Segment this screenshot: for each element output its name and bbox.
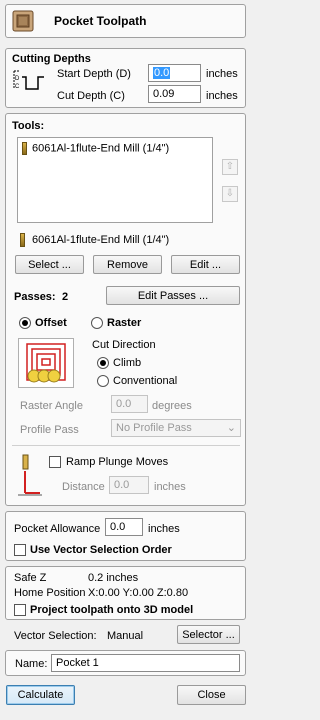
pocket-allowance-unit: inches: [148, 523, 180, 535]
conventional-label[interactable]: Conventional: [113, 375, 177, 387]
info-panel: Safe Z 0.2 inches Home Position X:0.00 Y…: [5, 566, 246, 620]
pocket-allowance-input[interactable]: 0.0: [105, 518, 143, 536]
ramp-distance-unit: inches: [154, 481, 186, 493]
climb-radio[interactable]: [97, 357, 109, 369]
start-depth-label: Start Depth (D): [57, 68, 131, 80]
end-mill-icon: [22, 142, 27, 155]
safe-z-value: 0.2 inches: [88, 572, 139, 584]
name-panel: Name: Pocket 1: [5, 650, 246, 676]
selected-tool-label: 6061Al-1flute-End Mill (1/4"): [32, 233, 170, 246]
vector-order-label[interactable]: Use Vector Selection Order: [30, 544, 172, 556]
pocket-toolpath-icon: [12, 10, 34, 32]
chevron-down-icon: ⌄: [226, 422, 236, 434]
vector-selection-label: Vector Selection:: [14, 630, 97, 642]
cutting-depths-panel: Cutting Depths D C Start Depth (D) 0.0 i…: [5, 48, 246, 108]
list-item[interactable]: 6061Al-1flute-End Mill (1/4"): [22, 142, 169, 155]
project-3d-label[interactable]: Project toolpath onto 3D model: [30, 604, 193, 616]
edit-passes-button[interactable]: Edit Passes ...: [106, 286, 240, 305]
safe-z-label: Safe Z: [14, 572, 47, 584]
offset-label[interactable]: Offset: [35, 317, 67, 329]
offset-radio[interactable]: [19, 317, 31, 329]
ramp-plunge-icon: [16, 453, 44, 497]
offset-strategy-icon: [18, 338, 74, 388]
raster-angle-input[interactable]: 0.0: [111, 395, 148, 413]
project-3d-checkbox[interactable]: [14, 604, 26, 616]
conventional-radio[interactable]: [97, 375, 109, 387]
passes-count: 2: [62, 291, 69, 303]
cut-direction-label: Cut Direction: [92, 339, 156, 351]
cut-depth-label: Cut Depth (C): [57, 90, 125, 102]
depth-diagram-icon: D C: [12, 67, 46, 93]
tools-title: Tools:: [12, 120, 45, 132]
ramp-distance-label: Distance: [62, 481, 105, 493]
calculate-button[interactable]: Calculate: [6, 685, 75, 705]
remove-tool-button[interactable]: Remove: [93, 255, 162, 274]
allowance-panel: Pocket Allowance 0.0 inches Use Vector S…: [5, 511, 246, 561]
raster-angle-label: Raster Angle: [20, 400, 83, 412]
vector-order-checkbox[interactable]: [14, 544, 26, 556]
name-label: Name:: [15, 658, 48, 670]
selected-tool: 6061Al-1flute-End Mill (1/4"): [20, 233, 169, 247]
profile-pass-select[interactable]: No Profile Pass ⌄: [111, 419, 241, 437]
divider: [12, 445, 240, 446]
raster-radio[interactable]: [91, 317, 103, 329]
header-panel: Pocket Toolpath: [5, 4, 246, 38]
start-depth-unit: inches: [206, 68, 238, 80]
tool-list[interactable]: 6061Al-1flute-End Mill (1/4"): [17, 137, 213, 223]
selector-button[interactable]: Selector ...: [177, 625, 240, 644]
select-tool-button[interactable]: Select ...: [15, 255, 84, 274]
vector-selection-panel: Vector Selection: Manual Selector ...: [5, 624, 246, 646]
profile-pass-value: No Profile Pass: [116, 422, 192, 434]
name-input[interactable]: Pocket 1: [51, 654, 240, 672]
tool-list-item-label: 6061Al-1flute-End Mill (1/4"): [32, 142, 170, 155]
raster-label[interactable]: Raster: [107, 317, 141, 329]
svg-text:D: D: [15, 76, 20, 82]
home-position-value: X:0.00 Y:0.00 Z:0.80: [88, 587, 189, 599]
start-depth-input[interactable]: 0.0: [148, 64, 201, 82]
cutting-depths-title: Cutting Depths: [12, 53, 91, 65]
svg-text:C: C: [15, 84, 20, 90]
edit-tool-button[interactable]: Edit ...: [171, 255, 240, 274]
ramp-distance-input[interactable]: 0.0: [109, 476, 149, 494]
pocket-allowance-label: Pocket Allowance: [14, 523, 101, 535]
tools-panel: Tools: 6061Al-1flute-End Mill (1/4") ⇧ ⇩…: [5, 113, 246, 506]
cut-depth-unit: inches: [206, 90, 238, 102]
start-depth-value: 0.0: [153, 67, 171, 79]
profile-pass-label: Profile Pass: [20, 424, 79, 436]
vector-selection-value: Manual: [107, 630, 144, 642]
climb-label[interactable]: Climb: [113, 357, 141, 369]
ramp-plunge-label[interactable]: Ramp Plunge Moves: [66, 456, 168, 468]
home-position-label: Home Position: [14, 587, 86, 599]
ramp-plunge-checkbox[interactable]: [49, 456, 61, 468]
end-mill-icon: [20, 233, 25, 247]
page-title: Pocket Toolpath: [54, 14, 147, 28]
passes-label: Passes:: [14, 291, 56, 303]
move-up-button[interactable]: ⇧: [222, 159, 238, 175]
raster-angle-unit: degrees: [152, 400, 192, 412]
move-down-button[interactable]: ⇩: [222, 186, 238, 202]
cut-depth-input[interactable]: 0.09: [148, 85, 201, 103]
close-button[interactable]: Close: [177, 685, 246, 705]
